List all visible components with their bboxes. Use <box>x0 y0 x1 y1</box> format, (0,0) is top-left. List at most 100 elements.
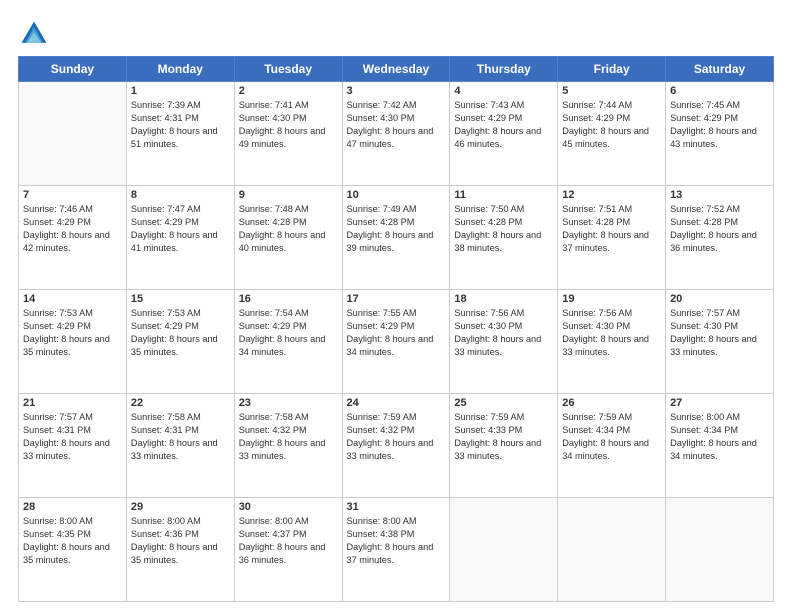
calendar-cell: 19 Sunrise: 7:56 AMSunset: 4:30 PMDayligh… <box>558 290 666 394</box>
cell-info: Sunrise: 7:48 AMSunset: 4:28 PMDaylight:… <box>239 203 338 255</box>
cell-info: Sunrise: 7:39 AMSunset: 4:31 PMDaylight:… <box>131 99 230 151</box>
day-number: 31 <box>347 501 446 513</box>
calendar-header-thursday: Thursday <box>450 57 558 82</box>
calendar-cell: 10 Sunrise: 7:49 AMSunset: 4:28 PMDayligh… <box>342 186 450 290</box>
cell-info: Sunrise: 7:45 AMSunset: 4:29 PMDaylight:… <box>670 99 769 151</box>
day-number: 13 <box>670 189 769 201</box>
calendar-cell: 15 Sunrise: 7:53 AMSunset: 4:29 PMDayligh… <box>126 290 234 394</box>
cell-info: Sunrise: 7:42 AMSunset: 4:30 PMDaylight:… <box>347 99 446 151</box>
cell-info: Sunrise: 7:44 AMSunset: 4:29 PMDaylight:… <box>562 99 661 151</box>
day-number: 27 <box>670 397 769 409</box>
calendar-header-tuesday: Tuesday <box>234 57 342 82</box>
day-number: 12 <box>562 189 661 201</box>
cell-info: Sunrise: 7:56 AMSunset: 4:30 PMDaylight:… <box>562 307 661 359</box>
calendar-cell: 16 Sunrise: 7:54 AMSunset: 4:29 PMDayligh… <box>234 290 342 394</box>
calendar-cell: 4 Sunrise: 7:43 AMSunset: 4:29 PMDaylight… <box>450 82 558 186</box>
calendar-cell: 26Sunrise: 7:59 AMSunset: 4:34 PMDayligh… <box>558 394 666 498</box>
calendar-header-monday: Monday <box>126 57 234 82</box>
day-number: 1 <box>131 85 230 97</box>
cell-info: Sunrise: 7:58 AMSunset: 4:31 PMDaylight:… <box>131 411 230 463</box>
calendar-cell: 24 Sunrise: 7:59 AMSunset: 4:32 PMDayligh… <box>342 394 450 498</box>
cell-info: Sunrise: 7:43 AMSunset: 4:29 PMDaylight:… <box>454 99 553 151</box>
day-number: 14 <box>23 293 122 305</box>
day-number: 8 <box>131 189 230 201</box>
day-number: 17 <box>347 293 446 305</box>
cell-info: Sunrise: 7:51 AMSunset: 4:28 PMDaylight:… <box>562 203 661 255</box>
cell-info: Sunrise: 8:00 AMSunset: 4:34 PMDaylight:… <box>670 411 769 463</box>
calendar-cell: 8 Sunrise: 7:47 AMSunset: 4:29 PMDaylight… <box>126 186 234 290</box>
calendar-week-3: 14 Sunrise: 7:53 AMSunset: 4:29 PMDayligh… <box>19 290 774 394</box>
cell-info: Sunrise: 7:53 AMSunset: 4:29 PMDaylight:… <box>23 307 122 359</box>
calendar-cell: 1 Sunrise: 7:39 AMSunset: 4:31 PMDaylight… <box>126 82 234 186</box>
day-number: 21 <box>23 397 122 409</box>
calendar-cell: 27 Sunrise: 8:00 AMSunset: 4:34 PMDayligh… <box>666 394 774 498</box>
calendar-cell: 31 Sunrise: 8:00 AMSunset: 4:38 PMDayligh… <box>342 498 450 602</box>
calendar-cell: 30Sunrise: 8:00 AMSunset: 4:37 PMDayligh… <box>234 498 342 602</box>
calendar-cell: 14 Sunrise: 7:53 AMSunset: 4:29 PMDayligh… <box>19 290 127 394</box>
calendar-week-1: 1 Sunrise: 7:39 AMSunset: 4:31 PMDaylight… <box>19 82 774 186</box>
day-number: 18 <box>454 293 553 305</box>
cell-info: Sunrise: 7:41 AMSunset: 4:30 PMDaylight:… <box>239 99 338 151</box>
day-number: 10 <box>347 189 446 201</box>
calendar-cell: 18 Sunrise: 7:56 AMSunset: 4:30 PMDayligh… <box>450 290 558 394</box>
calendar-week-5: 28Sunrise: 8:00 AMSunset: 4:35 PMDayligh… <box>19 498 774 602</box>
calendar-week-2: 7 Sunrise: 7:46 AMSunset: 4:29 PMDaylight… <box>19 186 774 290</box>
cell-info: Sunrise: 8:00 AMSunset: 4:38 PMDaylight:… <box>347 515 446 567</box>
calendar-cell: 5 Sunrise: 7:44 AMSunset: 4:29 PMDaylight… <box>558 82 666 186</box>
day-number: 22 <box>131 397 230 409</box>
calendar-cell: 20 Sunrise: 7:57 AMSunset: 4:30 PMDayligh… <box>666 290 774 394</box>
cell-info: Sunrise: 7:47 AMSunset: 4:29 PMDaylight:… <box>131 203 230 255</box>
cell-info: Sunrise: 8:00 AMSunset: 4:36 PMDaylight:… <box>131 515 230 567</box>
calendar-cell: 17 Sunrise: 7:55 AMSunset: 4:29 PMDayligh… <box>342 290 450 394</box>
day-number: 6 <box>670 85 769 97</box>
cell-info: Sunrise: 7:59 AMSunset: 4:32 PMDaylight:… <box>347 411 446 463</box>
calendar-header-sunday: Sunday <box>19 57 127 82</box>
day-number: 7 <box>23 189 122 201</box>
day-number: 2 <box>239 85 338 97</box>
cell-info: Sunrise: 7:54 AMSunset: 4:29 PMDaylight:… <box>239 307 338 359</box>
cell-info: Sunrise: 8:00 AMSunset: 4:37 PMDaylight:… <box>239 515 338 567</box>
calendar-cell <box>558 498 666 602</box>
day-number: 23 <box>239 397 338 409</box>
cell-info: Sunrise: 7:59 AMSunset: 4:33 PMDaylight:… <box>454 411 553 463</box>
calendar-cell: 7 Sunrise: 7:46 AMSunset: 4:29 PMDaylight… <box>19 186 127 290</box>
calendar-week-4: 21Sunrise: 7:57 AMSunset: 4:31 PMDayligh… <box>19 394 774 498</box>
logo-icon <box>18 18 50 50</box>
day-number: 20 <box>670 293 769 305</box>
calendar-cell <box>666 498 774 602</box>
calendar-cell: 12 Sunrise: 7:51 AMSunset: 4:28 PMDayligh… <box>558 186 666 290</box>
cell-info: Sunrise: 7:46 AMSunset: 4:29 PMDaylight:… <box>23 203 122 255</box>
calendar-table: SundayMondayTuesdayWednesdayThursdayFrid… <box>18 56 774 602</box>
cell-info: Sunrise: 8:00 AMSunset: 4:35 PMDaylight:… <box>23 515 122 567</box>
cell-info: Sunrise: 7:52 AMSunset: 4:28 PMDaylight:… <box>670 203 769 255</box>
cell-info: Sunrise: 7:55 AMSunset: 4:29 PMDaylight:… <box>347 307 446 359</box>
calendar-header-row: SundayMondayTuesdayWednesdayThursdayFrid… <box>19 57 774 82</box>
page: SundayMondayTuesdayWednesdayThursdayFrid… <box>0 0 792 612</box>
calendar-cell: 2 Sunrise: 7:41 AMSunset: 4:30 PMDaylight… <box>234 82 342 186</box>
cell-info: Sunrise: 7:53 AMSunset: 4:29 PMDaylight:… <box>131 307 230 359</box>
calendar-header-saturday: Saturday <box>666 57 774 82</box>
cell-info: Sunrise: 7:57 AMSunset: 4:30 PMDaylight:… <box>670 307 769 359</box>
day-number: 15 <box>131 293 230 305</box>
logo <box>18 18 54 50</box>
calendar-cell: 13 Sunrise: 7:52 AMSunset: 4:28 PMDayligh… <box>666 186 774 290</box>
calendar-cell <box>450 498 558 602</box>
day-number: 16 <box>239 293 338 305</box>
day-number: 26 <box>562 397 661 409</box>
day-number: 4 <box>454 85 553 97</box>
day-number: 5 <box>562 85 661 97</box>
header <box>18 18 774 50</box>
day-number: 9 <box>239 189 338 201</box>
cell-info: Sunrise: 7:49 AMSunset: 4:28 PMDaylight:… <box>347 203 446 255</box>
calendar-header-wednesday: Wednesday <box>342 57 450 82</box>
calendar-cell: 28Sunrise: 8:00 AMSunset: 4:35 PMDayligh… <box>19 498 127 602</box>
calendar-cell: 3Sunrise: 7:42 AMSunset: 4:30 PMDaylight… <box>342 82 450 186</box>
day-number: 24 <box>347 397 446 409</box>
cell-info: Sunrise: 7:56 AMSunset: 4:30 PMDaylight:… <box>454 307 553 359</box>
calendar-cell: 29 Sunrise: 8:00 AMSunset: 4:36 PMDayligh… <box>126 498 234 602</box>
day-number: 29 <box>131 501 230 513</box>
cell-info: Sunrise: 7:50 AMSunset: 4:28 PMDaylight:… <box>454 203 553 255</box>
calendar-cell: 22 Sunrise: 7:58 AMSunset: 4:31 PMDayligh… <box>126 394 234 498</box>
day-number: 19 <box>562 293 661 305</box>
calendar-cell <box>19 82 127 186</box>
